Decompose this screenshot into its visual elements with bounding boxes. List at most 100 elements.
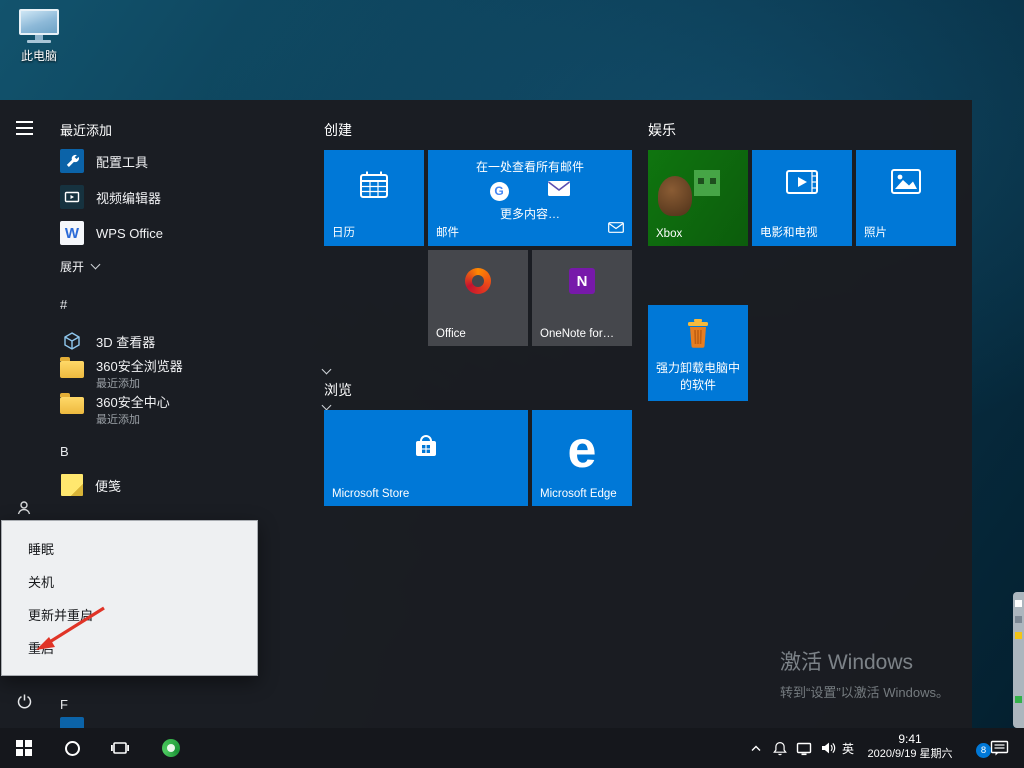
power-menu-restart[interactable]: 重启 xyxy=(2,632,257,665)
windows-logo-icon xyxy=(15,739,33,757)
tile-label: OneNote for… xyxy=(540,328,615,340)
trash-bin-icon xyxy=(648,317,748,349)
language-label: 英 xyxy=(841,741,854,756)
tray-expand-button[interactable] xyxy=(744,728,768,768)
tile-label: 邮件 xyxy=(436,227,459,239)
chevron-down-icon xyxy=(321,364,332,375)
sidebar-mini-icon xyxy=(1015,600,1022,607)
section-letter-hash[interactable]: # xyxy=(60,297,88,312)
power-menu-sleep[interactable]: 睡眠 xyxy=(2,533,257,566)
avatar-art xyxy=(658,176,692,216)
tile-microsoft-edge[interactable]: e Microsoft Edge xyxy=(532,410,632,506)
task-view-button[interactable] xyxy=(104,728,136,768)
app-item-label: 便笺 xyxy=(95,478,122,494)
tile-label: Microsoft Store xyxy=(332,488,410,500)
power-menu-shutdown[interactable]: 关机 xyxy=(2,566,257,599)
group-header-entertainment[interactable]: 娱乐 xyxy=(648,120,676,140)
section-letter-b[interactable]: B xyxy=(60,444,88,459)
expand-label: 展开 xyxy=(60,259,85,274)
tile-onenote[interactable]: N OneNote for… xyxy=(532,250,632,346)
user-icon[interactable] xyxy=(16,500,32,521)
start-button[interactable] xyxy=(4,728,44,768)
wps-office-icon: W xyxy=(60,221,84,245)
power-menu-update-restart[interactable]: 更新并重启 xyxy=(2,599,257,632)
bell-icon xyxy=(773,741,787,755)
app-item-video-editor[interactable]: 视频编辑器 xyxy=(60,185,295,209)
browser-360-icon xyxy=(162,739,180,757)
recently-added-header: 最近添加 xyxy=(60,123,113,138)
video-editor-icon xyxy=(60,185,84,209)
app-item-label: 360安全浏览器 xyxy=(96,359,183,374)
film-icon xyxy=(752,168,852,196)
app-item-subtitle: 最近添加 xyxy=(96,414,140,426)
power-icon[interactable] xyxy=(16,693,33,715)
volume-button[interactable] xyxy=(816,728,840,768)
sidebar-mini-icon xyxy=(1015,696,1022,703)
tile-photos[interactable]: 照片 xyxy=(856,150,956,246)
clock[interactable]: 9:41 2020/9/19 星期六 xyxy=(858,732,962,764)
sticky-notes-icon xyxy=(61,474,83,496)
envelope-icon xyxy=(608,220,624,238)
network-button[interactable] xyxy=(792,728,816,768)
desktop: 此电脑 最近添加 配置工具 视频编辑器 W WPS Office 展开 # 3D… xyxy=(0,0,1024,768)
app-item-label: 视频编辑器 xyxy=(96,190,162,206)
tile-movies-tv[interactable]: 电影和电视 xyxy=(752,150,852,246)
clipped-app-icon[interactable] xyxy=(60,717,84,728)
sidebar-mini-icon xyxy=(1015,632,1022,639)
folder-icon xyxy=(60,357,84,378)
group-header-create[interactable]: 创建 xyxy=(324,120,352,140)
hamburger-menu-icon[interactable] xyxy=(16,121,33,139)
section-letter-f[interactable]: F xyxy=(60,697,88,712)
tile-mail[interactable]: 在一处查看所有邮件 G 更多内容… 邮件 xyxy=(428,150,632,246)
folder-icon xyxy=(60,393,84,414)
store-bag-icon xyxy=(324,430,528,462)
speaker-icon xyxy=(822,742,836,754)
edge-logo-icon: e xyxy=(567,421,597,479)
start-menu: 最近添加 配置工具 视频编辑器 W WPS Office 展开 # 3D 查看器… xyxy=(0,100,972,728)
app-item-wps-office[interactable]: W WPS Office xyxy=(60,221,295,245)
office-icon xyxy=(428,268,528,294)
app-item-label: WPS Office xyxy=(96,225,163,241)
app-item-3d-viewer[interactable]: 3D 查看器 xyxy=(60,329,295,353)
chevron-up-icon xyxy=(751,745,761,751)
avatar-art xyxy=(694,170,720,196)
calendar-icon xyxy=(324,168,424,202)
task-view-icon xyxy=(111,742,129,754)
tile-label: Microsoft Edge xyxy=(540,488,617,500)
app-item-label: 360安全中心 xyxy=(96,395,170,410)
taskbar: 英 9:41 2020/9/19 星期六 8 xyxy=(0,728,1024,768)
3d-viewer-icon xyxy=(60,329,84,353)
mail-promo-text: 在一处查看所有邮件 xyxy=(475,160,584,174)
action-center-button[interactable]: 8 xyxy=(972,728,1016,768)
app-item-config-tool[interactable]: 配置工具 xyxy=(60,149,295,173)
expand-toggle[interactable]: 展开 xyxy=(60,257,295,275)
this-pc-label: 此电脑 xyxy=(20,49,57,63)
group-header-browse[interactable]: 浏览 xyxy=(324,380,352,400)
tile-office[interactable]: Office xyxy=(428,250,528,346)
tile-xbox[interactable]: Xbox xyxy=(648,150,748,246)
envelope-icon xyxy=(547,180,571,202)
sidebar-mini-icon xyxy=(1015,616,1022,623)
language-indicator[interactable]: 英 xyxy=(838,728,858,768)
onenote-icon: N xyxy=(532,268,632,294)
date-label: 2020/9/19 星期六 xyxy=(867,748,953,760)
tile-label: 电影和电视 xyxy=(760,227,818,239)
chevron-down-icon xyxy=(90,259,101,270)
tile-microsoft-store[interactable]: Microsoft Store xyxy=(324,410,528,506)
notification-bell-button[interactable] xyxy=(768,728,792,768)
browser-360-button[interactable] xyxy=(154,728,188,768)
app-item-360-browser[interactable]: 360安全浏览器 最近添加 xyxy=(60,356,332,392)
cortana-search-button[interactable] xyxy=(56,728,88,768)
app-item-sticky-notes[interactable]: 便笺 xyxy=(60,473,295,497)
desktop-icon-this-pc[interactable]: 此电脑 xyxy=(8,8,70,64)
tile-text-line1: 强力卸载电脑中 xyxy=(655,361,740,375)
google-icon: G xyxy=(489,181,509,201)
tile-uninstaller[interactable]: 强力卸载电脑中 的软件 xyxy=(648,305,748,401)
power-context-menu: 睡眠 关机 更新并重启 重启 xyxy=(1,520,258,676)
chevron-down-icon xyxy=(321,400,332,411)
tile-label: Xbox xyxy=(656,228,683,240)
edge-sidebar[interactable] xyxy=(1013,592,1024,728)
tile-calendar[interactable]: 日历 xyxy=(324,150,424,246)
time-label: 9:41 xyxy=(898,732,922,746)
app-item-360-center[interactable]: 360安全中心 最近添加 xyxy=(60,392,332,428)
